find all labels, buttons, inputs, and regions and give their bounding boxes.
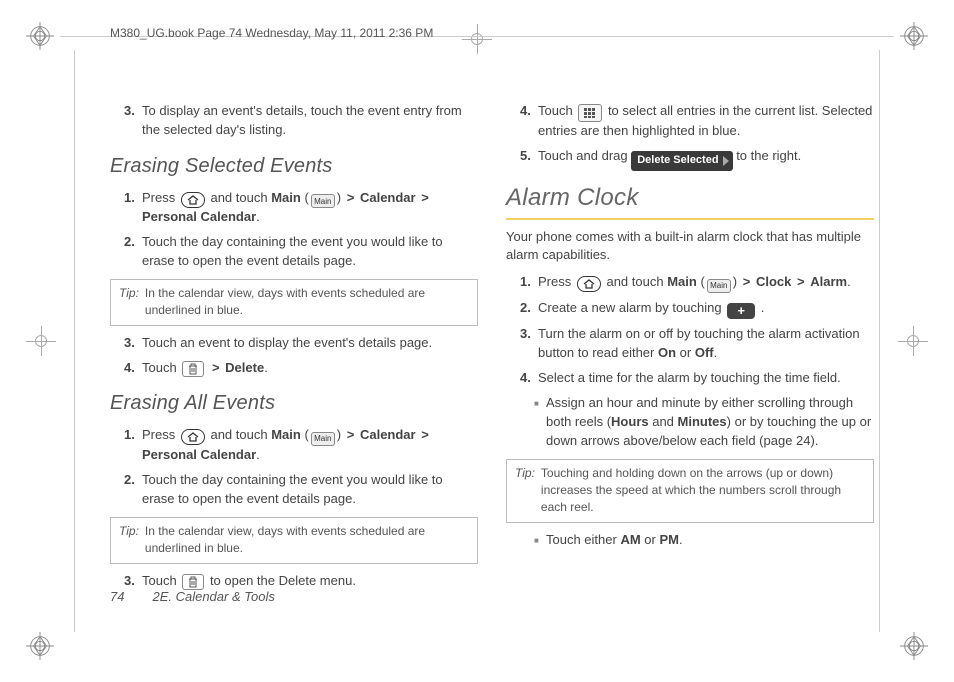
step-text: Create a new alarm by touching + .	[538, 299, 874, 319]
sub-text: Assign an hour and minute by either scro…	[546, 394, 874, 451]
heading-erasing-selected: Erasing Selected Events	[110, 152, 478, 181]
tip-label: Tip:	[119, 285, 139, 320]
tip-label: Tip:	[515, 465, 535, 517]
crosshair-icon	[462, 24, 492, 54]
chevron-right-icon: >	[795, 274, 807, 289]
plus-button-icon: +	[727, 303, 755, 319]
step-number: 5.	[520, 147, 538, 171]
chevron-right-icon: >	[345, 427, 357, 442]
crop-line	[74, 50, 75, 632]
step-item: 2. Touch the day containing the event yo…	[124, 471, 478, 509]
home-button-icon	[577, 276, 601, 292]
tip-box: Tip: Touching and holding down on the ar…	[506, 459, 874, 523]
select-all-icon	[578, 104, 602, 122]
step-text: Touch the day containing the event you w…	[142, 233, 478, 271]
step-item: 5. Touch and drag Delete Selected to the…	[520, 147, 874, 171]
sub-bullet: ■ Assign an hour and minute by either sc…	[534, 394, 874, 451]
bullet-icon: ■	[534, 531, 546, 550]
sub-text: Touch either AM or PM.	[546, 531, 874, 550]
step-text: Touch > Delete.	[142, 359, 478, 378]
left-column: 3. To display an event's details, touch …	[110, 96, 478, 612]
step-item: 1. Press and touch Main (Main) > Clock >…	[520, 273, 874, 293]
step-number: 4.	[520, 369, 538, 388]
step-text: Select a time for the alarm by touching …	[538, 369, 874, 388]
step-number: 2.	[124, 471, 142, 509]
step-text: Touch and drag Delete Selected to the ri…	[538, 147, 874, 171]
crosshair-icon	[26, 326, 56, 356]
chevron-right-icon: >	[345, 190, 357, 205]
registration-mark-icon	[26, 632, 54, 660]
delete-selected-button-icon: Delete Selected	[631, 151, 732, 171]
step-item: 3. Touch an event to display the event's…	[124, 334, 478, 353]
tip-box: Tip: In the calendar view, days with eve…	[110, 279, 478, 326]
step-item: 2. Create a new alarm by touching + .	[520, 299, 874, 319]
step-number: 2.	[520, 299, 538, 319]
step-text: Turn the alarm on or off by touching the…	[538, 325, 874, 363]
step-number: 3.	[124, 334, 142, 353]
intro-text: Your phone comes with a built-in alarm c…	[506, 228, 874, 266]
step-text: Touch to select all entries in the curre…	[538, 102, 874, 141]
section-label: 2E. Calendar & Tools	[152, 589, 274, 604]
step-text: Touch to open the Delete menu.	[142, 572, 478, 591]
main-softkey-icon: Main	[311, 432, 335, 446]
step-number: 1.	[124, 426, 142, 465]
bullet-icon: ■	[534, 394, 546, 451]
chevron-right-icon: >	[419, 427, 431, 442]
chevron-right-icon: >	[210, 360, 222, 375]
chevron-right-icon: >	[741, 274, 753, 289]
heading-erasing-all: Erasing All Events	[110, 389, 478, 418]
page-header: M380_UG.book Page 74 Wednesday, May 11, …	[110, 26, 433, 40]
trash-icon	[182, 361, 204, 377]
home-button-icon	[181, 429, 205, 445]
crop-line	[879, 50, 880, 632]
step-item: 2. Touch the day containing the event yo…	[124, 233, 478, 271]
step-number: 3.	[124, 102, 142, 140]
tip-text: In the calendar view, days with events s…	[145, 523, 469, 558]
chevron-right-icon: >	[419, 190, 431, 205]
tip-box: Tip: In the calendar view, days with eve…	[110, 517, 478, 564]
step-number: 4.	[124, 359, 142, 378]
page-footer: 74 2E. Calendar & Tools	[110, 589, 275, 604]
step-text: Touch the day containing the event you w…	[142, 471, 478, 509]
step-text: To display an event's details, touch the…	[142, 102, 478, 140]
main-softkey-icon: Main	[707, 279, 731, 293]
step-number: 4.	[520, 102, 538, 141]
home-button-icon	[181, 192, 205, 208]
tip-text: In the calendar view, days with events s…	[145, 285, 469, 320]
step-item: 3. Touch to open the Delete menu.	[124, 572, 478, 591]
right-column: 4. Touch to select all entries in the cu…	[506, 96, 874, 612]
step-number: 2.	[124, 233, 142, 271]
step-item: 4. Select a time for the alarm by touchi…	[520, 369, 874, 388]
step-number: 1.	[124, 189, 142, 228]
step-number: 3.	[124, 572, 142, 591]
trash-icon	[182, 574, 204, 590]
step-item: 3. To display an event's details, touch …	[124, 102, 478, 140]
tip-label: Tip:	[119, 523, 139, 558]
step-text: Press and touch Main (Main) > Calendar >…	[142, 189, 478, 228]
registration-mark-icon	[900, 22, 928, 50]
crosshair-icon	[898, 326, 928, 356]
step-number: 3.	[520, 325, 538, 363]
sub-bullet: ■ Touch either AM or PM.	[534, 531, 874, 550]
step-item: 4. Touch to select all entries in the cu…	[520, 102, 874, 141]
page-number: 74	[110, 589, 124, 604]
step-item: 3. Turn the alarm on or off by touching …	[520, 325, 874, 363]
page-content: 3. To display an event's details, touch …	[110, 96, 874, 612]
step-number: 1.	[520, 273, 538, 293]
step-text: Press and touch Main (Main) > Calendar >…	[142, 426, 478, 465]
arrow-right-icon	[723, 156, 729, 166]
step-text: Press and touch Main (Main) > Clock > Al…	[538, 273, 874, 293]
step-text: Touch an event to display the event's de…	[142, 334, 478, 353]
step-item: 4. Touch > Delete.	[124, 359, 478, 378]
main-softkey-icon: Main	[311, 194, 335, 208]
registration-mark-icon	[900, 632, 928, 660]
registration-mark-icon	[26, 22, 54, 50]
tip-text: Touching and holding down on the arrows …	[541, 465, 865, 517]
step-item: 1. Press and touch Main (Main) > Calenda…	[124, 426, 478, 465]
heading-alarm-clock: Alarm Clock	[506, 181, 874, 220]
step-item: 1. Press and touch Main (Main) > Calenda…	[124, 189, 478, 228]
